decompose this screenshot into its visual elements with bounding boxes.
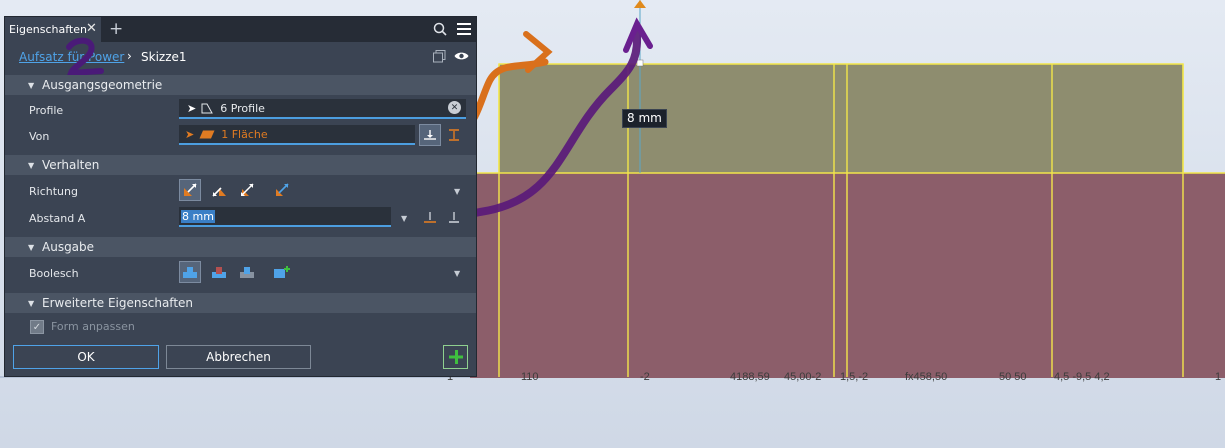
boolean-cut-button[interactable]: [208, 261, 230, 283]
collapse-triangle-icon: ▼: [28, 242, 35, 252]
apply-add-button[interactable]: [443, 345, 468, 369]
direction-symmetric-button[interactable]: [236, 179, 258, 201]
cursor-arrow-icon: ➤: [187, 101, 197, 115]
extruded-preview-block[interactable]: [499, 64, 1183, 173]
search-icon[interactable]: [433, 22, 447, 36]
section-title: Ausgangsgeometrie: [42, 78, 163, 92]
offset-plane-button[interactable]: [443, 124, 465, 146]
cancel-button[interactable]: Abbrechen: [166, 345, 311, 369]
chevron-down-icon[interactable]: ▼: [454, 187, 460, 196]
direction-default-button[interactable]: [179, 179, 201, 201]
distance-value: 8 mm: [181, 209, 215, 223]
breadcrumb-current: Skizze1: [141, 50, 187, 64]
annotation-number-mark: [66, 37, 104, 77]
plus-icon: [448, 350, 463, 364]
direction-asymmetric-icon: [276, 183, 289, 196]
intersect-icon: [240, 267, 254, 278]
new-body-icon: [274, 266, 290, 278]
face-parallelogram-icon: [199, 130, 215, 138]
extrude-direction-arrow[interactable]: [634, 0, 646, 8]
check-icon: ✓: [32, 321, 42, 333]
clear-selection-icon[interactable]: ✕: [448, 101, 461, 114]
offset-plane-icon: [449, 129, 459, 141]
from-label: Von: [29, 130, 50, 143]
section-title: Verhalten: [42, 158, 100, 172]
ruler-label: 110: [521, 371, 539, 383]
tab-title: Eigenschaften: [9, 23, 87, 36]
eye-icon[interactable]: [454, 51, 469, 61]
ok-button[interactable]: OK: [13, 345, 159, 369]
from-face-value: 1 Fläche: [221, 127, 268, 141]
ruler-label: 4,5 -9,5 4,2: [1054, 371, 1110, 383]
cut-icon: [212, 267, 226, 278]
from-face-selector[interactable]: ➤ 1 Fläche: [179, 125, 415, 145]
cursor-arrow-icon: ➤: [185, 127, 195, 141]
ruler-label: 1: [1215, 371, 1222, 383]
direction-default-icon: [184, 183, 197, 196]
join-icon: [183, 267, 197, 278]
direction-label: Richtung: [29, 185, 78, 198]
direction-asymmetric-button[interactable]: [271, 179, 293, 201]
distance-label: Abstand A: [29, 212, 86, 225]
boolean-new-body-button[interactable]: [271, 261, 293, 283]
direction-flipped-icon: [212, 187, 226, 197]
fit-shape-checkbox[interactable]: ✓: [30, 320, 44, 334]
fit-shape-label: Form anpassen: [51, 320, 135, 333]
ruler-label: -2: [640, 371, 650, 383]
distance-input[interactable]: 8 mm: [179, 207, 391, 227]
distance-through-button[interactable]: [443, 206, 465, 228]
boolean-label: Boolesch: [29, 267, 79, 280]
profile-label: Profile: [29, 104, 64, 117]
boolean-intersect-button[interactable]: [236, 261, 258, 283]
boolean-join-button[interactable]: [179, 261, 201, 283]
ruler-label: 50 50: [999, 371, 1027, 383]
direction-symmetric-icon: [241, 183, 254, 196]
from-face-mode-button[interactable]: [419, 124, 441, 146]
face-plane-icon: [424, 130, 436, 140]
direction-flipped-button[interactable]: [208, 179, 230, 201]
section-advanced[interactable]: ▼ Erweiterte Eigenschaften: [5, 293, 476, 313]
collapse-triangle-icon: ▼: [28, 298, 35, 308]
drag-handle[interactable]: [636, 59, 644, 67]
add-tab-icon[interactable]: +: [109, 19, 123, 39]
chevron-down-icon[interactable]: ▼: [454, 269, 460, 278]
dimension-value-label[interactable]: 8 mm: [622, 109, 667, 128]
ruler-label: 45,00-2: [784, 371, 822, 383]
section-title: Erweiterte Eigenschaften: [42, 296, 194, 310]
section-source-geometry[interactable]: ▼ Ausgangsgeometrie: [5, 75, 476, 95]
ruler-label: 1,5,-2: [840, 371, 869, 383]
distance-mode-button[interactable]: [419, 206, 441, 228]
profile-shape-icon: [201, 103, 214, 113]
distance-mode-icon: [424, 212, 436, 223]
ruler-label: 4188,59: [730, 371, 770, 383]
breadcrumb: Aufsatz für Power › Skizze1: [5, 37, 476, 77]
close-icon[interactable]: ✕: [86, 21, 97, 36]
chevron-right-icon: ›: [127, 49, 132, 63]
section-output[interactable]: ▼ Ausgabe: [5, 237, 476, 257]
section-title: Ausgabe: [42, 240, 95, 254]
distance-through-icon: [449, 212, 459, 223]
collapse-triangle-icon: ▼: [28, 80, 35, 90]
collapse-triangle-icon: ▼: [28, 160, 35, 170]
profile-value: 6 Profile: [220, 101, 265, 115]
properties-panel: Eigenschaften ✕ + Aufsatz für Power › Sk…: [4, 16, 477, 377]
menu-icon[interactable]: [457, 23, 471, 35]
window-restore-icon[interactable]: [433, 50, 446, 63]
chevron-down-icon[interactable]: ▼: [401, 214, 407, 223]
ruler-label: fx458,50: [905, 371, 948, 383]
profile-selector[interactable]: ➤ 6 Profile ✕: [179, 99, 466, 119]
section-behavior[interactable]: ▼ Verhalten: [5, 155, 476, 175]
